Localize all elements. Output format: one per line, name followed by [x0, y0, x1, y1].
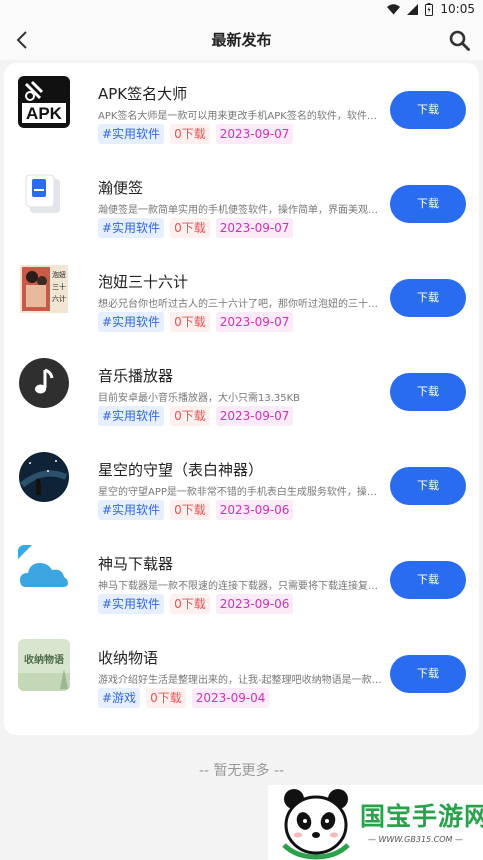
release-date: 2023-09-06: [215, 500, 294, 520]
app-tags: #实用软件 0下载 2023-09-07: [98, 312, 294, 332]
category-tag[interactable]: #实用软件: [98, 312, 165, 332]
app-name: APK签名大师: [98, 85, 188, 103]
download-button[interactable]: 下载: [390, 373, 466, 411]
battery-icon: [425, 2, 434, 16]
status-time: 10:05: [440, 2, 475, 16]
release-date: 2023-09-07: [215, 218, 294, 238]
download-button[interactable]: 下载: [390, 655, 466, 693]
download-button[interactable]: 下载: [390, 185, 466, 223]
search-button[interactable]: [447, 27, 471, 53]
release-date: 2023-09-07: [215, 406, 294, 426]
download-count: 0下载: [170, 312, 210, 332]
notepad-icon: [18, 169, 70, 221]
svg-text:三十: 三十: [52, 282, 66, 291]
category-tag[interactable]: #实用软件: [98, 406, 165, 426]
app-name: 泡妞三十六计: [98, 273, 189, 291]
release-date: 2023-09-06: [215, 594, 294, 614]
book-cover-icon: 泡妞 三十 六计: [18, 263, 70, 315]
wifi-icon: [387, 3, 401, 14]
watermark: 国宝手游网 — WWW.GB315.COM —: [268, 785, 483, 860]
download-count: 0下载: [170, 406, 210, 426]
list-item[interactable]: 音乐播放器 目前安卓最小音乐播放器，大小只需13.35KB #实用软件 0下载 …: [4, 345, 479, 438]
app-tags: #游戏 0下载 2023-09-04: [98, 688, 270, 708]
app-name: 瀚便签: [98, 179, 144, 197]
svg-text:收纳物语: 收纳物语: [24, 653, 64, 666]
app-name: 星空的守望（表白神器）: [98, 461, 264, 479]
watermark-brand: 国宝手游网: [360, 802, 483, 831]
category-tag[interactable]: #实用软件: [98, 124, 165, 144]
release-date: 2023-09-07: [215, 312, 294, 332]
app-description: 游戏介绍好生活是整理出来的，让我-起整理吧收纳物语是一款模拟游戏: [98, 675, 382, 686]
search-icon: [449, 30, 470, 51]
app-description: 星空的守望APP是一款非常不错的手机表白生成服务软件，操作简单: [98, 487, 382, 498]
download-count: 0下载: [146, 688, 186, 708]
list-item[interactable]: 收纳物语 收纳物语 游戏介绍好生活是整理出来的，让我-起整理吧收纳物语是一款模拟…: [4, 627, 479, 720]
category-tag[interactable]: #实用软件: [98, 500, 165, 520]
download-button[interactable]: 下载: [390, 279, 466, 317]
list-item[interactable]: APK APK签名大师 APK签名大师是一款可以用来更改手机APK签名的软件，软…: [4, 63, 479, 156]
app-tags: #实用软件 0下载 2023-09-07: [98, 218, 294, 238]
app-description: 神马下载器是一款不限速的连接下载器，只需要将下载连接复制进来即可: [98, 581, 382, 592]
download-count: 0下载: [170, 594, 210, 614]
watermark-url: — WWW.GB315.COM —: [368, 835, 463, 844]
list-item[interactable]: 瀚便签 瀚便签是一款简单实用的手机便签软件，操作简单，界面美观大方 #实用软件 …: [4, 157, 479, 250]
list-item[interactable]: 泡妞 三十 六计 泡妞三十六计 想必兄台你也听过古人的三十六计了吧，那你听过泡妞…: [4, 251, 479, 344]
storage-game-icon: 收纳物语: [18, 639, 70, 691]
svg-text:泡妞: 泡妞: [52, 270, 66, 279]
app-description: APK签名大师是一款可以用来更改手机APK签名的软件，软件功能丰富: [98, 111, 382, 122]
svg-text:六计: 六计: [52, 294, 66, 303]
category-tag[interactable]: #实用软件: [98, 218, 165, 238]
category-tag[interactable]: #实用软件: [98, 594, 165, 614]
download-count: 0下载: [170, 218, 210, 238]
list-item[interactable]: 星空的守望（表白神器） 星空的守望APP是一款非常不错的手机表白生成服务软件，操…: [4, 439, 479, 532]
app-tags: #实用软件 0下载 2023-09-06: [98, 500, 294, 520]
release-date: 2023-09-07: [215, 124, 294, 144]
status-bar: 10:05: [0, 0, 483, 20]
download-count: 0下载: [170, 500, 210, 520]
app-name: 音乐播放器: [98, 367, 174, 385]
starry-sky-icon: [18, 451, 70, 503]
app-tags: #实用软件 0下载 2023-09-07: [98, 406, 294, 426]
app-list: APK APK签名大师 APK签名大师是一款可以用来更改手机APK签名的软件，软…: [4, 63, 479, 735]
apk-signature-icon: APK: [18, 76, 70, 128]
status-icons: 10:05: [387, 2, 475, 16]
app-tags: #实用软件 0下载 2023-09-06: [98, 594, 294, 614]
download-button[interactable]: 下载: [390, 561, 466, 599]
download-count: 0下载: [170, 124, 210, 144]
release-date: 2023-09-04: [191, 688, 270, 708]
no-more-text: -- 暂无更多 --: [198, 763, 285, 779]
page-title: 最新发布: [211, 31, 272, 49]
app-description: 目前安卓最小音乐播放器，大小只需13.35KB: [98, 393, 301, 404]
svg-text:APK: APK: [26, 104, 63, 123]
download-button[interactable]: 下载: [390, 467, 466, 505]
app-description: 想必兄台你也听过古人的三十六计了吧，那你听过泡妞的三十六计吗: [98, 299, 382, 310]
panda-logo-icon: [282, 789, 350, 860]
download-button[interactable]: 下载: [390, 91, 466, 129]
music-note-icon: [18, 357, 70, 409]
app-name: 收纳物语: [98, 649, 159, 667]
list-item[interactable]: 神马下载器 神马下载器是一款不限速的连接下载器，只需要将下载连接复制进来即可 #…: [4, 533, 479, 626]
cloud-icon: [18, 545, 70, 597]
app-description: 瀚便签是一款简单实用的手机便签软件，操作简单，界面美观大方: [98, 205, 382, 216]
signal-icon: [407, 3, 419, 15]
category-tag[interactable]: #游戏: [98, 688, 141, 708]
top-app-bar: 最新发布: [0, 20, 483, 60]
app-tags: #实用软件 0下载 2023-09-07: [98, 124, 294, 144]
app-name: 神马下载器: [98, 555, 174, 573]
